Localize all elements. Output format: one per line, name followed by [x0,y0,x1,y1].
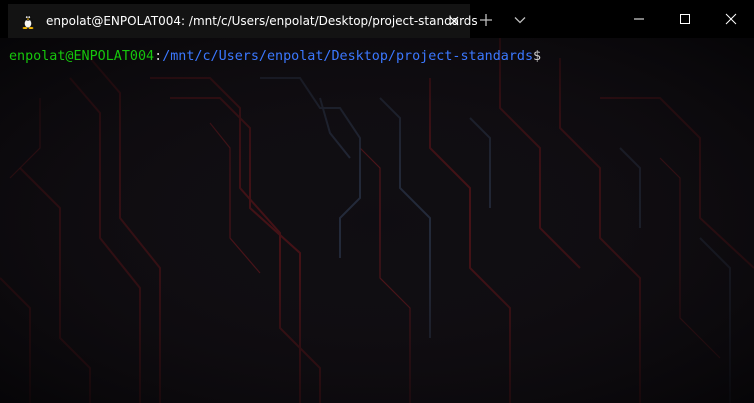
tab-close-icon[interactable] [446,13,462,29]
title-bar[interactable]: enpolat@ENPOLAT004: /mnt/c/Users/enpolat… [0,0,754,38]
close-icon[interactable] [708,0,754,38]
terminal-pane[interactable]: enpolat@ENPOLAT004:/mnt/c/Users/enpolat/… [0,38,754,403]
circuit-background [0,38,754,403]
terminal-window: enpolat@ENPOLAT004: /mnt/c/Users/enpolat… [0,0,754,403]
prompt-line: enpolat@ENPOLAT004:/mnt/c/Users/enpolat/… [9,48,541,66]
tab-title: enpolat@ENPOLAT004: /mnt/c/Users/enpolat… [46,14,478,28]
chevron-down-icon[interactable] [510,11,530,29]
prompt-path: /mnt/c/Users/enpolat/Desktop/project-sta… [162,49,534,64]
prompt-symbol: $ [533,49,542,64]
linux-penguin-icon [20,13,36,29]
maximize-icon[interactable] [662,0,708,38]
plus-icon[interactable] [476,10,496,30]
tab-active[interactable]: enpolat@ENPOLAT004: /mnt/c/Users/enpolat… [8,4,478,38]
prompt-separator: : [154,49,163,64]
prompt-user-host: enpolat@ENPOLAT004 [9,49,155,64]
minimize-icon[interactable] [616,0,662,38]
